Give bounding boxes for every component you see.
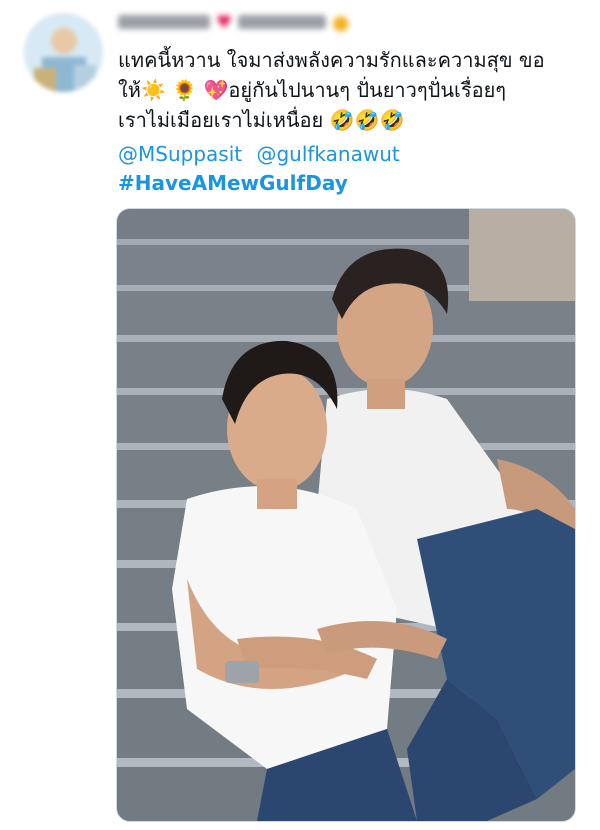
- tweet-text-line-2-prefix: ให้: [118, 78, 141, 102]
- wristwatch: [225, 661, 259, 683]
- laughing-emoji-icon: 🤣: [329, 108, 355, 132]
- mention-link-msuppasit[interactable]: @MSuppasit: [118, 142, 242, 166]
- tweet-text-line-2: ให้☀️ 🌻 💖อยู่กันไปนานๆ ปั่นยาวๆปั่นเรื่อ…: [118, 75, 588, 105]
- avatar-image: [24, 13, 103, 92]
- tweet-text-line-3-words: เราไม่เมือยเราไม่เหนื่อย: [118, 108, 324, 132]
- photo-two-men-on-stairs: [117, 209, 575, 821]
- author-handle-redacted: [238, 15, 327, 29]
- tweet-text-line-2-rest: อยู่กันไปนานๆ ปั่นยาวๆปั่นเรื่อยๆ: [228, 78, 507, 102]
- sun-icon: ☀️: [140, 78, 166, 102]
- tweet-text-line-3: เราไม่เมือยเราไม่เหนื่อย 🤣🤣🤣: [118, 105, 588, 135]
- author-name-redacted: [118, 15, 210, 29]
- sparkling-heart-icon: 💖: [203, 78, 229, 102]
- smile-icon: ●: [332, 10, 350, 34]
- sunflower-icon: 🌻: [172, 78, 198, 102]
- hashtag-link[interactable]: #HaveAMewGulfDay: [118, 169, 348, 197]
- laughing-emoji-icon: 🤣: [354, 108, 380, 132]
- mentions: @MSuppasit @gulfkanawut: [118, 140, 400, 168]
- laughing-emoji-icon: 🤣: [379, 108, 405, 132]
- tweet-text-line-1: แทคนี้หวาน ใจมาส่งพลังความรักและความสุข …: [118, 48, 545, 72]
- avatar[interactable]: [24, 13, 103, 92]
- tweet-text: แทคนี้หวาน ใจมาส่งพลังความรักและความสุข …: [118, 45, 588, 135]
- stone-wall: [469, 209, 575, 301]
- tweet-photo[interactable]: [116, 208, 576, 822]
- author-header-redacted: ♥ ●: [118, 9, 403, 35]
- heart-icon: ♥: [216, 11, 233, 33]
- tweet-card[interactable]: ♥ ● แทคนี้หวาน ใจมาส่งพลังความรักและความ…: [0, 0, 600, 830]
- mention-link-gulfkanawut[interactable]: @gulfkanawut: [256, 142, 399, 166]
